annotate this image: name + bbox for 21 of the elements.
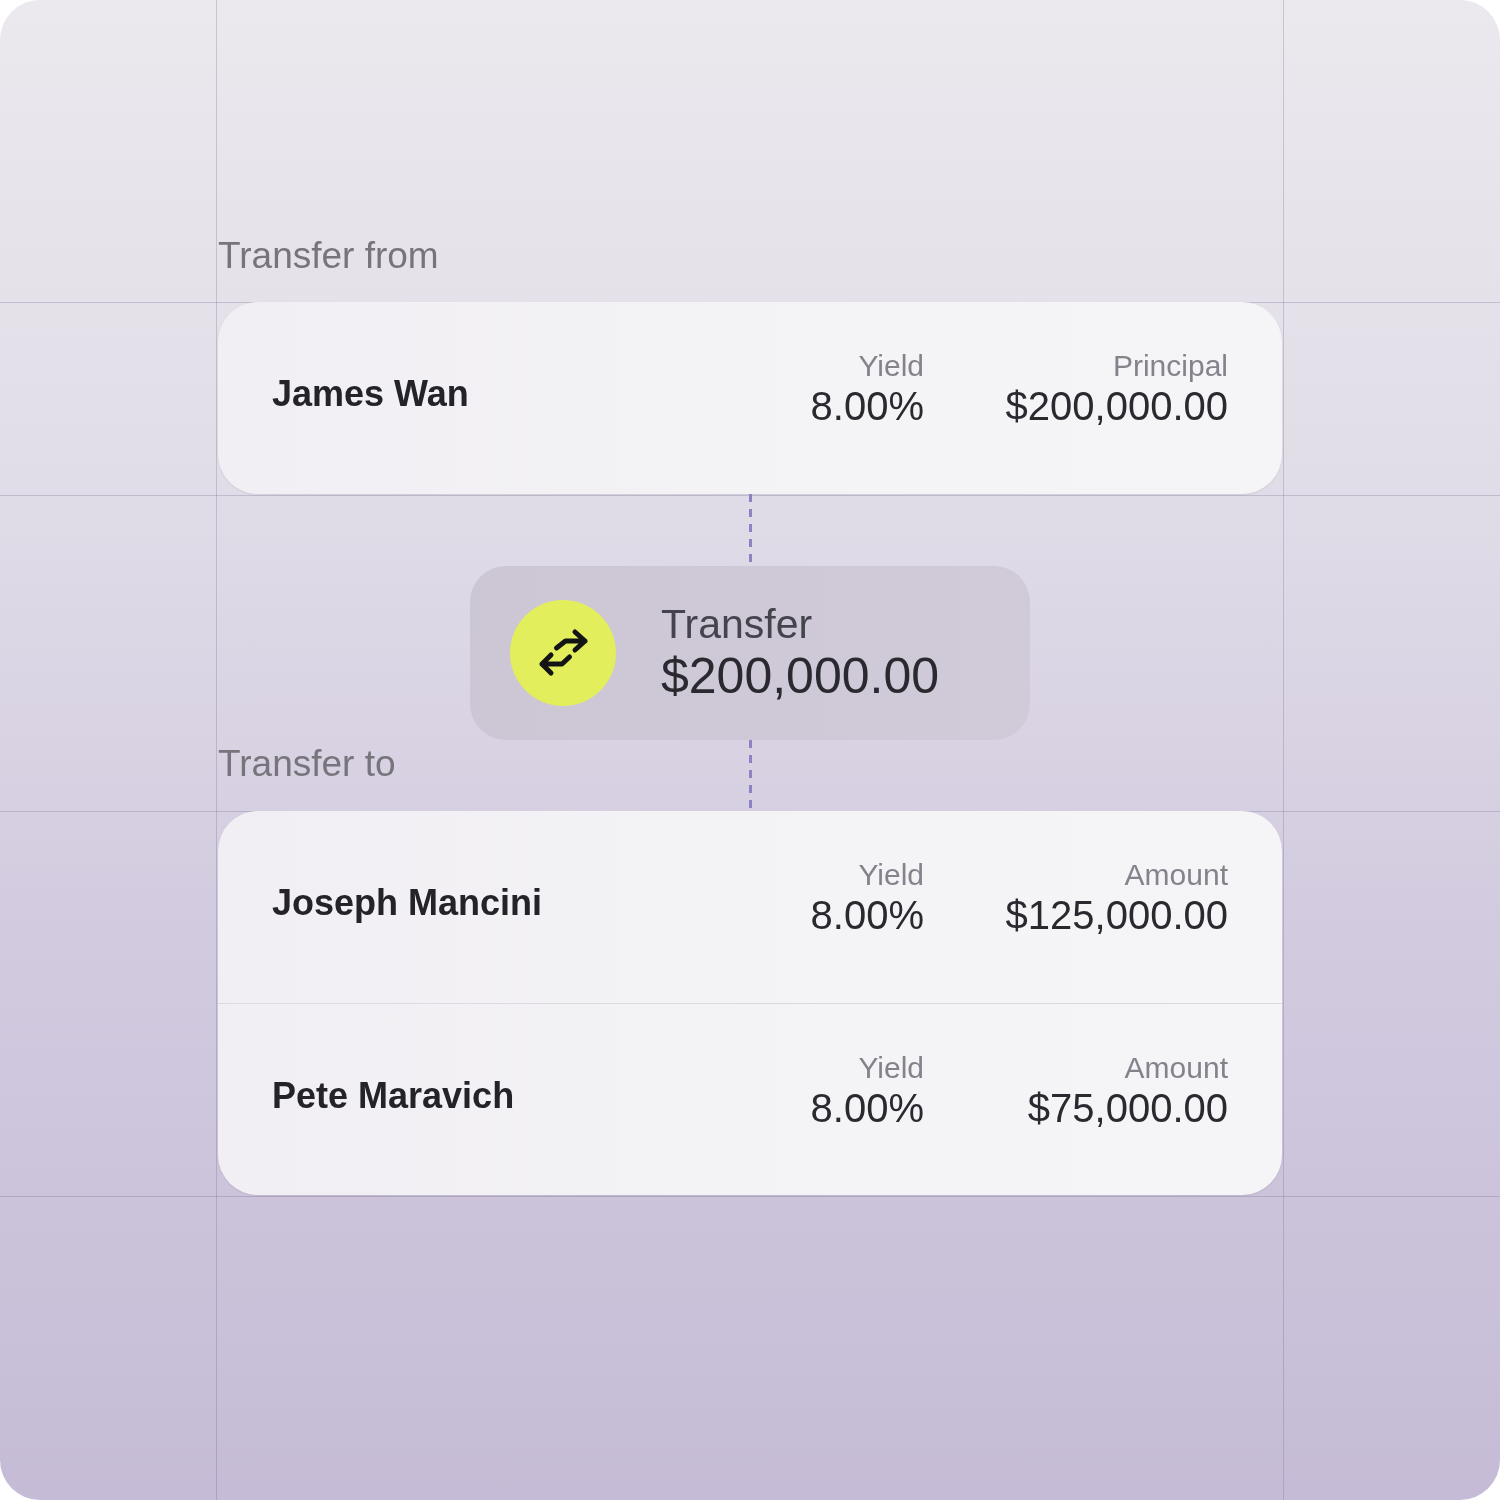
amount-label: Amount bbox=[1124, 858, 1228, 892]
transfer-title: Transfer bbox=[661, 601, 813, 647]
account-name: Joseph Mancini bbox=[272, 882, 543, 924]
yield-label: Yield bbox=[858, 349, 924, 383]
transfer-amount: $200,000.00 bbox=[661, 647, 940, 705]
yield-value: 8.00% bbox=[810, 1084, 924, 1131]
connector-line bbox=[748, 740, 752, 811]
section-label: Transfer to bbox=[218, 743, 396, 785]
amount-label: Amount bbox=[1124, 1050, 1228, 1085]
account-name: Pete Maravich bbox=[272, 1074, 515, 1117]
amount-label: Principal bbox=[1112, 349, 1228, 383]
amount-value: $125,000.00 bbox=[1005, 892, 1228, 938]
yield-value: 8.00% bbox=[810, 383, 924, 429]
yield-value: 8.00% bbox=[810, 892, 924, 938]
amount-value: $200,000.00 bbox=[1005, 383, 1228, 429]
yield-label: Yield bbox=[858, 1050, 924, 1085]
account-name: James Wan bbox=[272, 373, 469, 415]
amount-value: $75,000.00 bbox=[1027, 1084, 1228, 1131]
swap-arrows-icon bbox=[510, 600, 616, 706]
section-label: Transfer from bbox=[218, 235, 439, 277]
yield-label: Yield bbox=[858, 858, 924, 892]
